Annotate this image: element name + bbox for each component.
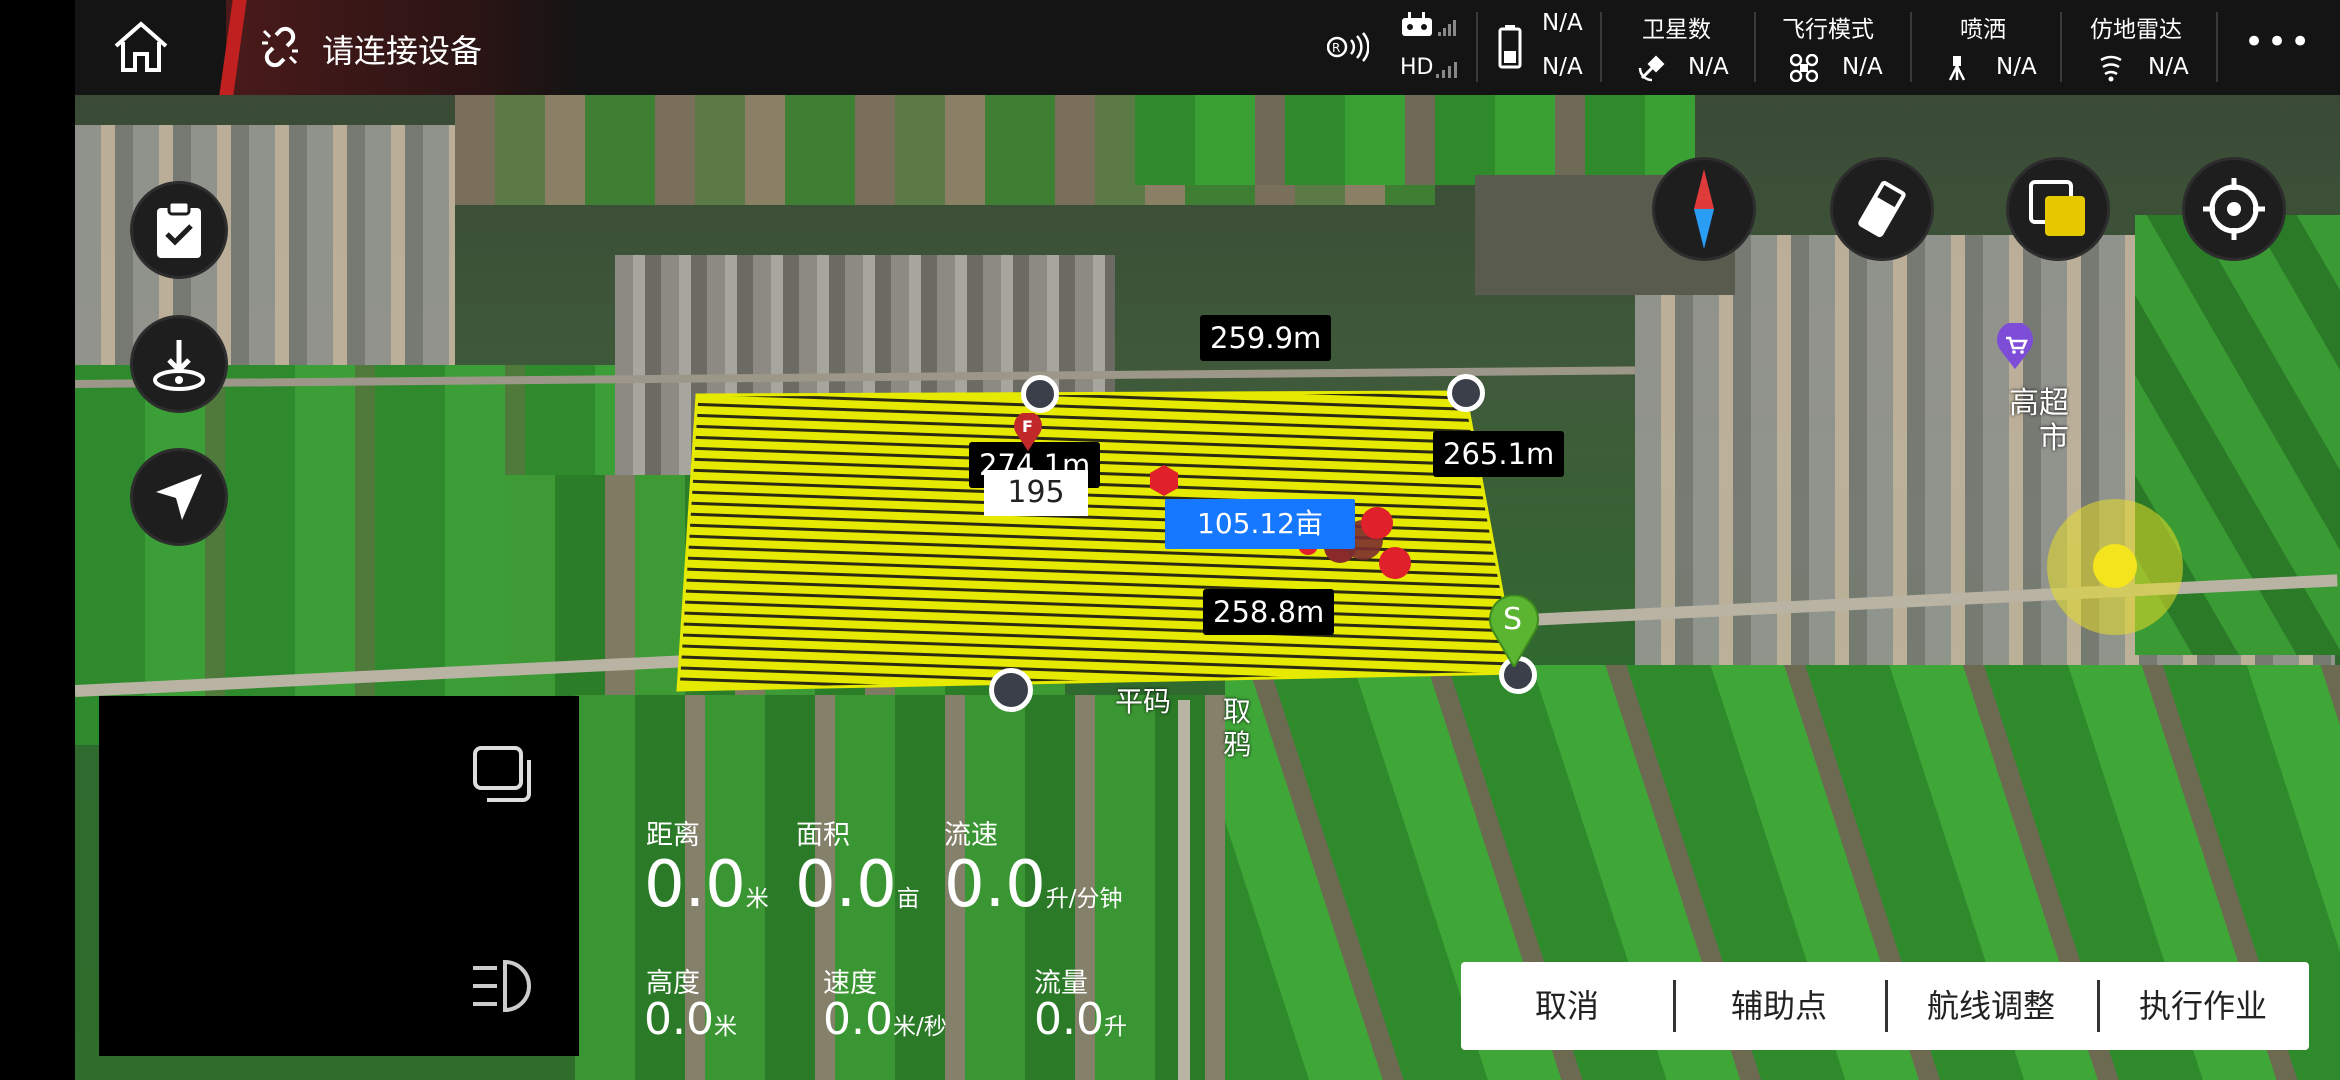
execute-task-button[interactable]: 执行作业 xyxy=(2097,962,2309,1050)
battery-icon xyxy=(1498,25,1522,73)
distance-number: 0.0 xyxy=(644,848,746,922)
navigation-arrow-icon xyxy=(156,474,202,520)
layers-icon xyxy=(2029,180,2085,236)
battery-value: N/A xyxy=(1542,54,1583,80)
height-number: 0.0 xyxy=(644,994,714,1045)
spray-nozzle-icon xyxy=(1946,54,1968,86)
distance-label: 距离 xyxy=(646,820,700,851)
terrain-radar-value: N/A xyxy=(2148,54,2189,80)
point-count-label: 195 xyxy=(984,470,1088,516)
flow-volume-value: 0.0升 xyxy=(1034,994,1127,1045)
area-unit: 亩 xyxy=(896,886,920,912)
boundary-vertex-ne[interactable] xyxy=(1447,374,1485,412)
speed-value: 0.0米/秒 xyxy=(823,994,947,1045)
connection-status-label: 请连接设备 xyxy=(322,32,483,70)
boundary-vertex-nw[interactable] xyxy=(1021,375,1059,413)
remote-controller-icon xyxy=(1858,180,1906,238)
edge-length-right: 265.1m xyxy=(1433,431,1565,477)
compass-button[interactable] xyxy=(1652,157,1756,261)
clipboard-check-icon xyxy=(157,200,201,258)
shop-poi-icon xyxy=(1995,321,2035,369)
terrain-radar-label: 仿地雷达 xyxy=(2090,17,2182,43)
switch-view-icon[interactable] xyxy=(471,744,537,806)
edge-length-top: 259.9m xyxy=(1200,315,1332,361)
hd-signal-icon xyxy=(1436,60,1458,82)
flight-mode-label: 飞行模式 xyxy=(1782,17,1874,43)
divider xyxy=(1476,12,1478,82)
aux-point-button[interactable]: 辅助点 xyxy=(1673,962,1885,1050)
map-layer-button[interactable] xyxy=(2006,157,2110,261)
joystick-knob[interactable] xyxy=(2093,544,2137,588)
radar-icon xyxy=(2098,54,2124,86)
finish-marker: F xyxy=(1013,411,1043,451)
boundary-vertex-sw[interactable] xyxy=(989,668,1033,712)
distance-value: 0.0米 xyxy=(644,848,769,922)
rtk-signal-icon: R xyxy=(1326,32,1370,66)
locate-aircraft-button[interactable] xyxy=(130,448,228,546)
area-label: 面积 xyxy=(796,820,850,851)
more-menu-button[interactable]: ••• xyxy=(2244,22,2313,62)
landing-icon xyxy=(153,340,205,391)
signal-value: N/A xyxy=(1542,10,1583,36)
distance-unit: 米 xyxy=(745,886,769,912)
camera-preview[interactable] xyxy=(99,696,579,1056)
cancel-button[interactable]: 取消 xyxy=(1461,962,1673,1050)
start-marker: S xyxy=(1488,594,1540,669)
flow-volume-number: 0.0 xyxy=(1034,994,1104,1045)
divider xyxy=(1754,12,1756,82)
speed-number: 0.0 xyxy=(823,994,893,1045)
area-value: 0.0亩 xyxy=(795,848,920,922)
recenter-button[interactable] xyxy=(2182,157,2286,261)
crosshair-icon xyxy=(2203,178,2265,240)
area-number: 0.0 xyxy=(795,848,897,922)
speed-unit: 米/秒 xyxy=(892,1014,947,1040)
edge-length-bottom: 258.8m xyxy=(1203,589,1335,635)
spray-value: N/A xyxy=(1996,54,2037,80)
road-label: 鸦 xyxy=(1223,728,1252,761)
flow-volume-unit: 升 xyxy=(1103,1014,1127,1040)
flow-rate-value: 0.0升/分钟 xyxy=(944,848,1123,922)
home-icon xyxy=(114,21,168,72)
height-unit: 米 xyxy=(713,1014,737,1040)
flow-rate-unit: 升/分钟 xyxy=(1045,886,1123,912)
spray-label: 喷洒 xyxy=(1960,17,2006,43)
task-checklist-button[interactable] xyxy=(130,181,228,279)
route-adjust-button[interactable]: 航线调整 xyxy=(1885,962,2097,1050)
work-area-fill xyxy=(676,390,1519,692)
compass-icon xyxy=(1694,169,1714,249)
height-value: 0.0米 xyxy=(644,994,737,1045)
divider xyxy=(1910,12,1912,82)
hd-label: HD xyxy=(1400,55,1434,80)
area-badge: 105.12亩 xyxy=(1165,499,1355,549)
satellites-label: 卫星数 xyxy=(1642,17,1711,43)
divider xyxy=(2060,12,2062,82)
start-marker-label: S xyxy=(1503,602,1523,637)
svg-text:R: R xyxy=(1332,41,1340,55)
action-bar: 取消 辅助点 航线调整 执行作业 xyxy=(1461,962,2309,1050)
satellite-icon xyxy=(1638,54,1666,86)
satellites-value: N/A xyxy=(1688,54,1729,80)
unlinked-icon xyxy=(258,25,302,69)
obstacle-marker xyxy=(1361,507,1393,539)
home-button[interactable] xyxy=(110,18,172,76)
obstacle-marker xyxy=(1379,547,1411,579)
flow-rate-number: 0.0 xyxy=(944,848,1046,922)
finish-marker-label: F xyxy=(1022,417,1033,436)
road-label: 平码 xyxy=(1115,685,1172,718)
village-label: 市 xyxy=(2039,421,2069,456)
drone-icon xyxy=(1789,53,1819,86)
flight-mode-value: N/A xyxy=(1842,54,1883,80)
headlight-icon[interactable] xyxy=(469,958,533,1014)
remote-controller-button[interactable] xyxy=(1830,157,1934,261)
virtual-joystick[interactable] xyxy=(2047,499,2183,635)
divider xyxy=(1600,12,1602,82)
return-home-button[interactable] xyxy=(130,315,228,413)
flow-rate-label: 流速 xyxy=(944,820,998,851)
divider xyxy=(2216,12,2218,82)
controller-signal-icon xyxy=(1400,10,1460,44)
